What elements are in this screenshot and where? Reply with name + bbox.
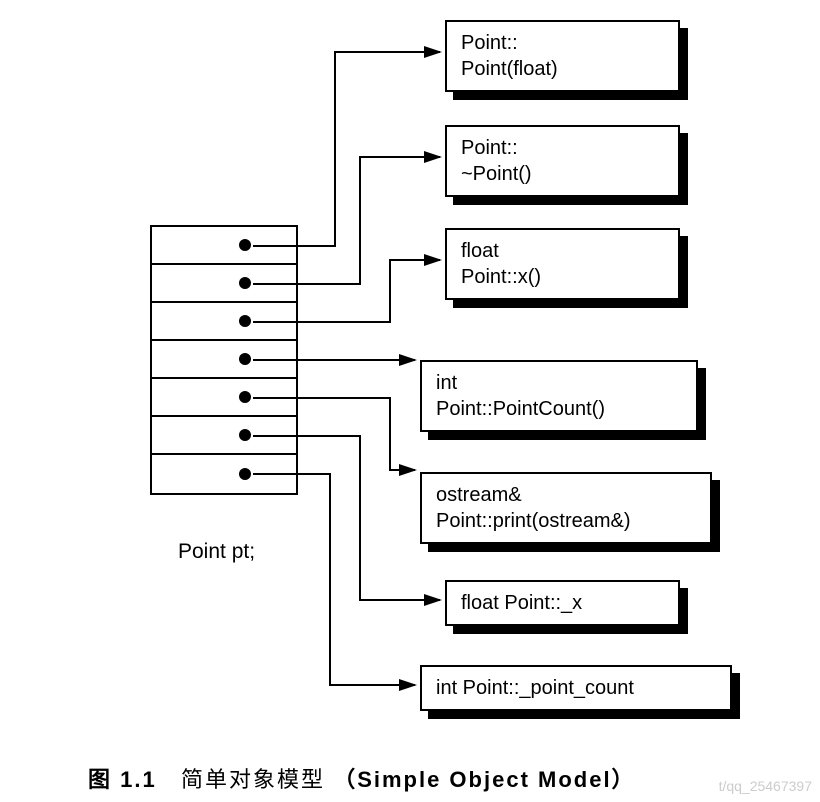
figure-caption: 图 1.1 简单对象模型 （Simple Object Model）	[88, 762, 636, 794]
figure-number: 图 1.1	[88, 767, 157, 792]
caption-en: （Simple Object Model）	[333, 767, 635, 792]
pointer-arrows	[0, 0, 820, 802]
simple-object-model-diagram: Point pt; Point:: Point(float) Point:: ~…	[0, 0, 820, 802]
watermark-text: t/qq_25467397	[719, 778, 812, 794]
caption-zh: 简单对象模型	[181, 767, 325, 792]
